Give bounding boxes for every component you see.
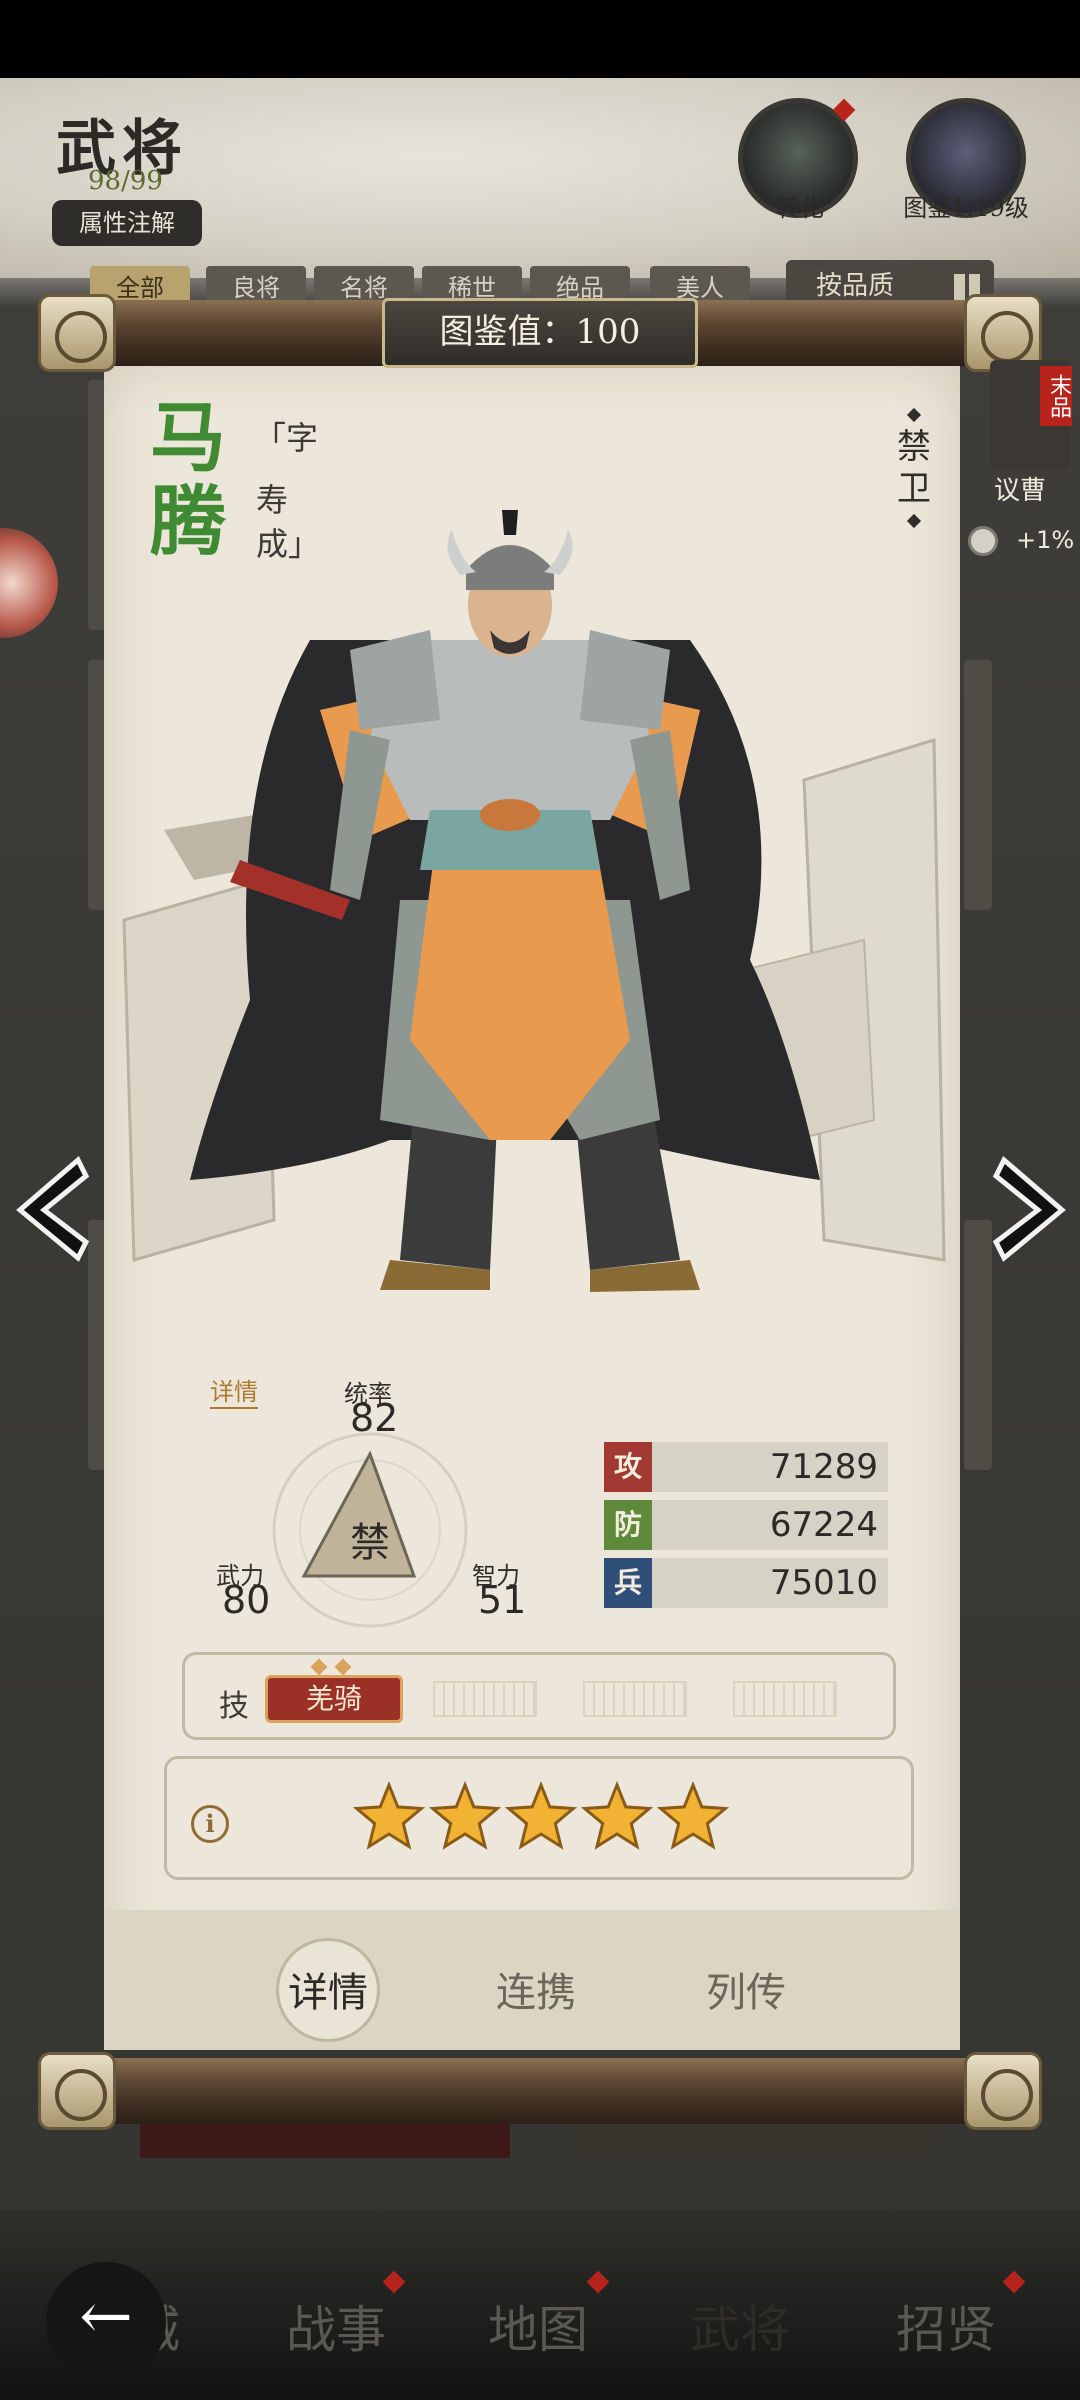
troop-type-label: 禁 — [350, 1520, 390, 1566]
back-button[interactable]: ← — [46, 2262, 166, 2382]
star-icon — [428, 1780, 502, 1850]
rod-cap — [38, 294, 116, 372]
next-hero-name: 议曹 — [994, 476, 1047, 506]
nav-heroes[interactable]: 武将 — [690, 2290, 790, 2362]
codex-value-plaque: 图鉴值：100 — [382, 298, 698, 368]
attribute-note-button[interactable]: 属性注解 — [52, 200, 202, 246]
info-icon[interactable]: i — [191, 1805, 229, 1843]
diamond-icon — [906, 513, 922, 529]
status-bar — [0, 0, 1080, 78]
troops-value: 75010 — [769, 1563, 878, 1603]
attack-row: 攻 71289 — [604, 1442, 888, 1492]
skill-panel: 技 羌骑 — [182, 1652, 896, 1740]
quality-badge: 末品 — [1040, 366, 1072, 426]
diamond-icon — [334, 1658, 352, 1676]
defense-icon: 防 — [604, 1500, 652, 1550]
previous-hero-arrow[interactable] — [8, 1154, 92, 1264]
leadership-value: 82 — [350, 1396, 399, 1440]
codex-level-label: 图鉴1.19级 — [903, 194, 1029, 222]
sort-label: 按品质 — [816, 271, 895, 301]
empty-skill-slot[interactable] — [433, 1681, 537, 1717]
hero-title: 禁卫 — [894, 404, 934, 532]
hero-portrait — [190, 510, 820, 1292]
bonus-icon — [968, 526, 998, 556]
diamond-icon — [906, 407, 922, 423]
attack-icon: 攻 — [604, 1442, 652, 1492]
scroll-rod-bottom — [38, 2052, 1042, 2130]
defense-value: 67224 — [769, 1505, 878, 1545]
empty-skill-slot[interactable] — [583, 1681, 687, 1717]
skill-label: 技 — [219, 1689, 249, 1724]
empty-skill-slot[interactable] — [733, 1681, 837, 1717]
hero-courtesy-prefix: 「字 — [254, 419, 319, 457]
transform-label: 转化 — [776, 194, 824, 222]
skill-button[interactable]: 羌骑 — [265, 1675, 403, 1723]
nav-map[interactable]: 地图 — [488, 2290, 588, 2362]
tab-details[interactable]: 详情 — [288, 1960, 368, 2018]
attack-value: 71289 — [769, 1447, 878, 1487]
star-icon — [504, 1780, 578, 1850]
tab-biography[interactable]: 列传 — [706, 1960, 786, 2018]
rod-cap — [964, 2052, 1042, 2130]
background-card — [568, 2124, 938, 2158]
rod-cap — [38, 2052, 116, 2130]
intellect-value: 51 — [478, 1578, 527, 1622]
star-rating — [352, 1780, 730, 1850]
troops-icon: 兵 — [604, 1558, 652, 1608]
star-icon — [580, 1780, 654, 1850]
diamond-icon — [310, 1658, 328, 1676]
star-icon — [656, 1780, 730, 1850]
defense-row: 防 67224 — [604, 1500, 888, 1550]
details-link[interactable]: 详情 — [210, 1372, 258, 1409]
star-panel: i — [164, 1756, 914, 1880]
nav-battle[interactable]: 战事 — [286, 2290, 386, 2362]
hero-title-text: 禁卫 — [897, 427, 931, 509]
back-arrow-icon: ← — [79, 2280, 133, 2354]
next-hero-arrow[interactable] — [990, 1154, 1074, 1264]
background-card — [140, 2124, 510, 2158]
star-icon — [352, 1780, 426, 1850]
troops-row: 兵 75010 — [604, 1558, 888, 1608]
force-value: 80 — [222, 1578, 271, 1622]
nav-recruit[interactable]: 招贤 — [896, 2290, 996, 2362]
hero-count: 98/99 — [88, 166, 163, 196]
background-card — [964, 1220, 992, 1470]
background-card — [964, 660, 992, 910]
tab-synergy[interactable]: 连携 — [496, 1960, 576, 2018]
skill-name: 羌骑 — [305, 1682, 362, 1715]
bonus-value: +1% — [1016, 526, 1075, 554]
